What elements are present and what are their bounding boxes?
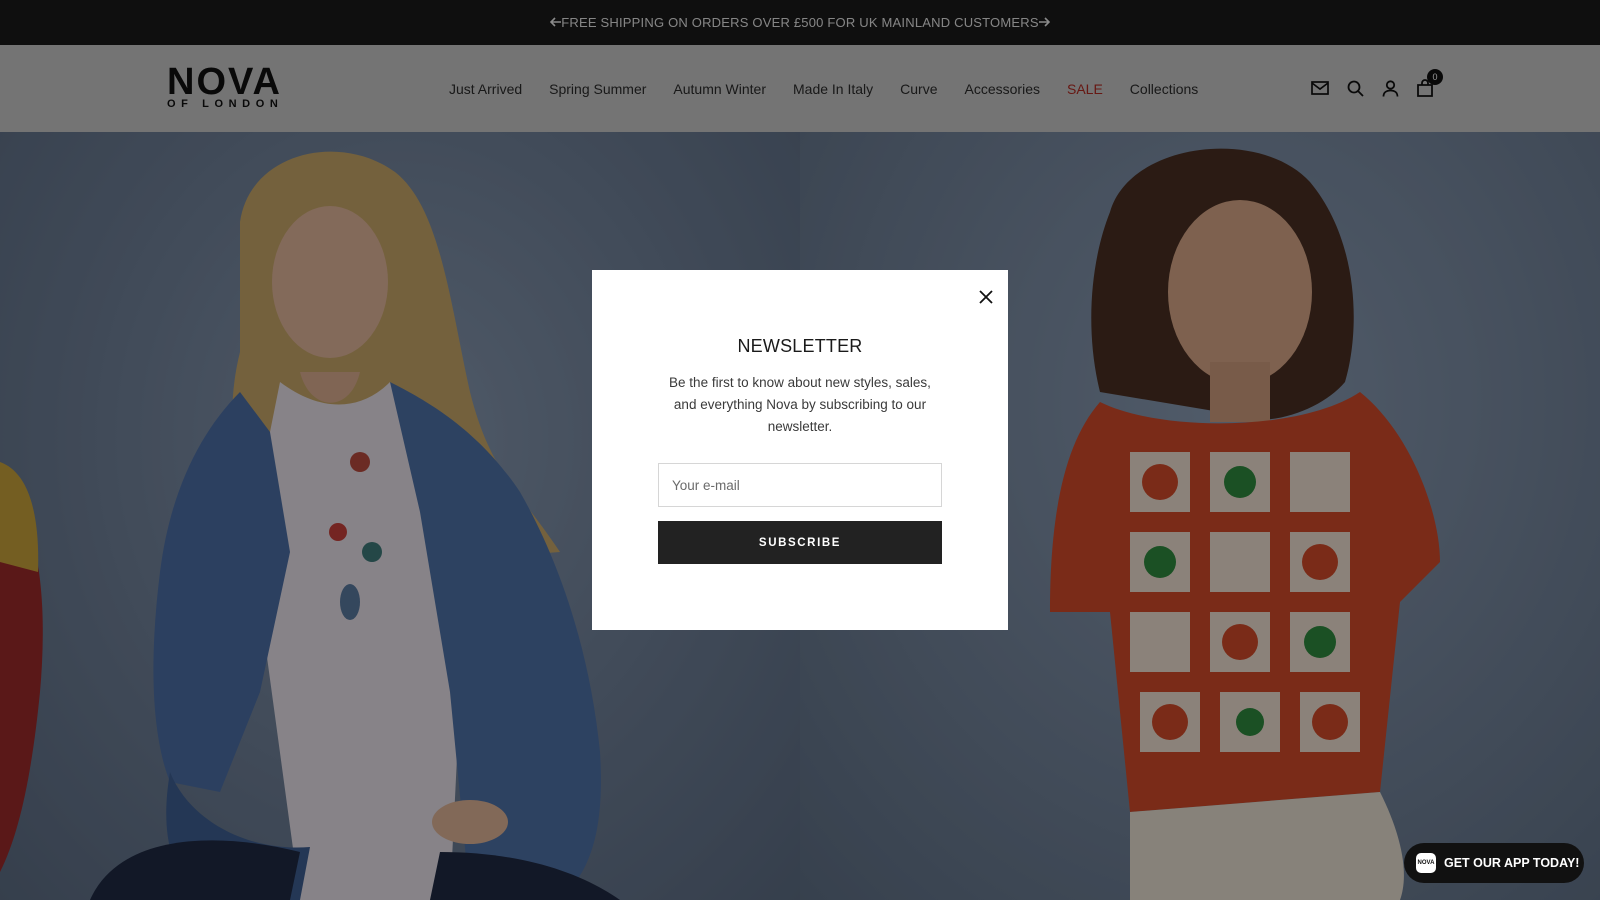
close-icon[interactable] xyxy=(975,286,997,308)
modal-title: NEWSLETTER xyxy=(737,336,863,356)
subscribe-button[interactable]: SUBSCRIBE xyxy=(658,521,942,564)
get-app-button[interactable]: NOVA GET OUR APP TODAY! xyxy=(1404,843,1584,883)
app-logo-icon: NOVA xyxy=(1416,853,1436,873)
modal-description: Be the first to know about new styles, s… xyxy=(669,375,931,434)
email-field[interactable] xyxy=(658,463,942,507)
get-app-label: GET OUR APP TODAY! xyxy=(1444,856,1580,870)
newsletter-modal: NEWSLETTER Be the first to know about ne… xyxy=(592,270,1008,630)
